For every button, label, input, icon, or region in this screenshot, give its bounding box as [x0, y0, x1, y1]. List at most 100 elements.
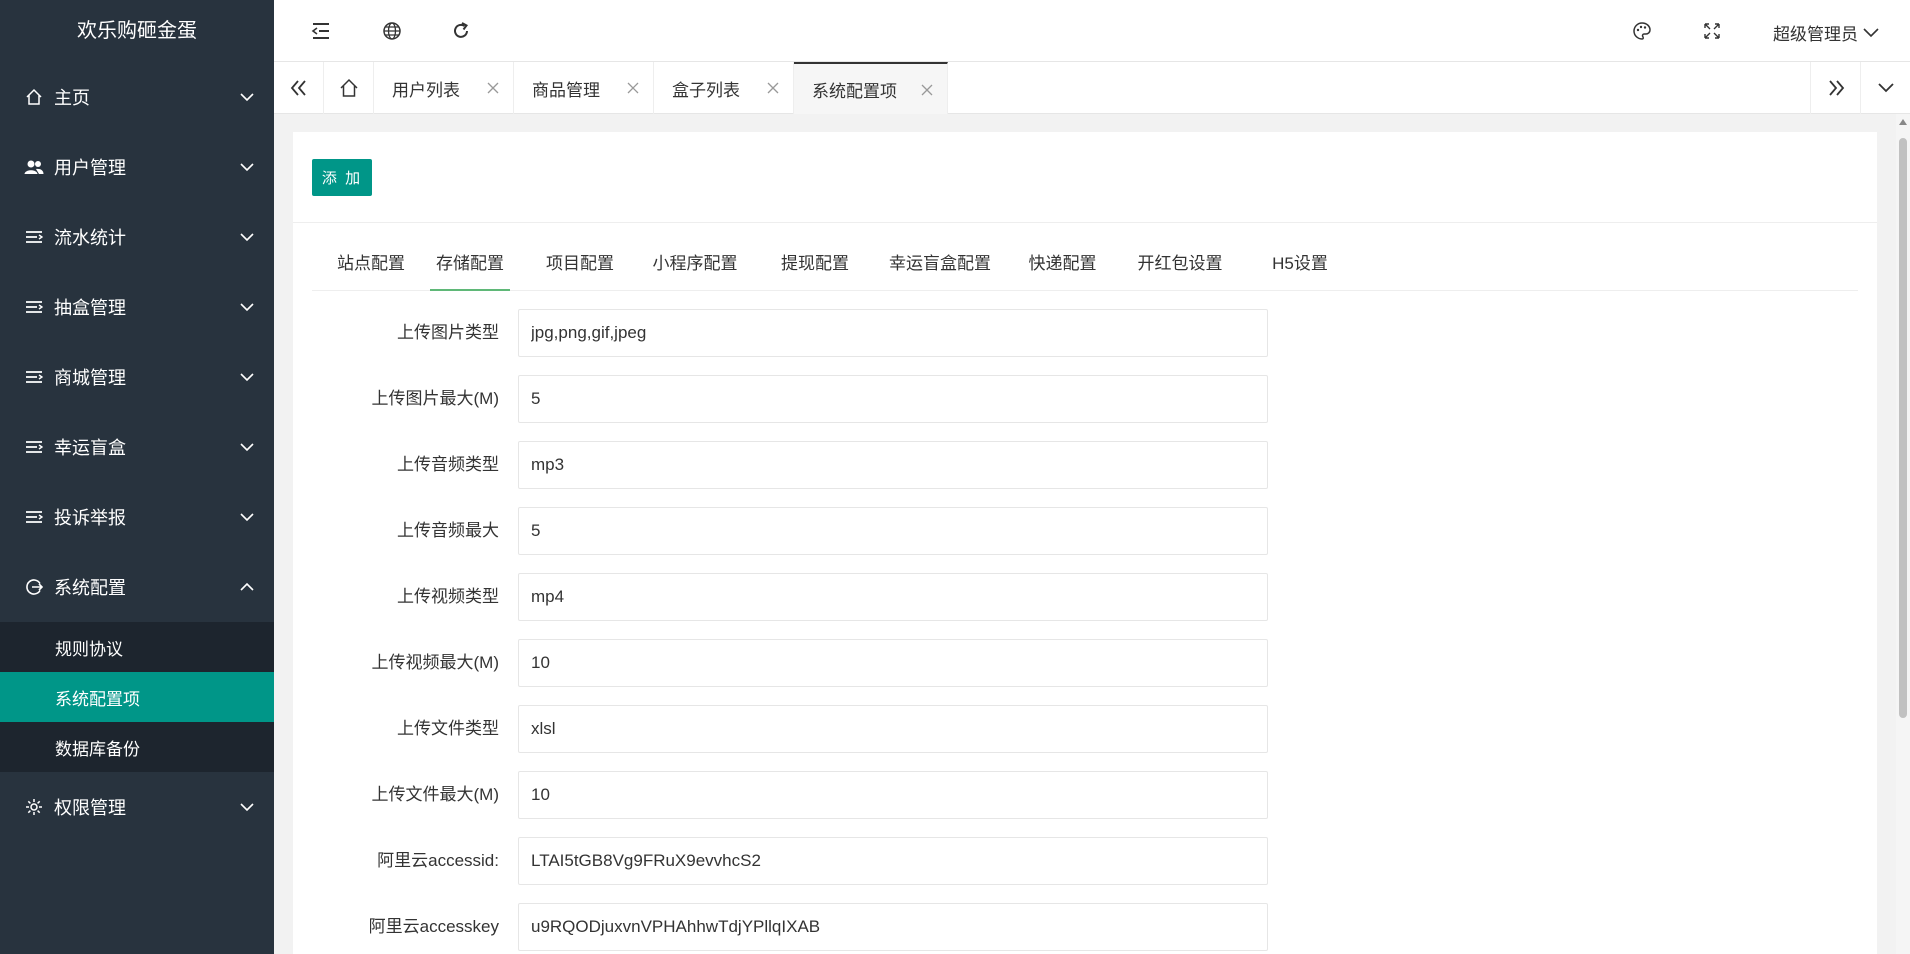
config-tab-lucky-box[interactable]: 幸运盲盒配置 — [870, 239, 1010, 291]
close-icon[interactable] — [627, 82, 639, 94]
config-tab-withdraw[interactable]: 提现配置 — [760, 239, 870, 291]
field-label: 上传视频类型 — [397, 587, 499, 606]
sidebar-item-users[interactable]: 用户管理 — [0, 132, 274, 202]
tab-label: 系统配置项 — [812, 81, 897, 101]
close-icon[interactable] — [487, 82, 499, 94]
page-tabs-bar: 用户列表 商品管理 盒子列表 系统配置项 — [274, 62, 1910, 114]
globe-icon[interactable] — [382, 21, 402, 41]
submenu-item-system-config-items[interactable]: 系统配置项 — [0, 672, 274, 722]
form-row: 上传视频最大(M) — [293, 639, 1593, 687]
form-row: 上传文件最大(M) — [293, 771, 1593, 819]
list-icon — [24, 367, 44, 387]
gear-icon — [24, 797, 44, 817]
sidebar-item-home[interactable]: 主页 — [0, 62, 274, 132]
sidebar-item-label: 流水统计 — [54, 228, 126, 248]
sidebar-item-label: 系统配置 — [54, 578, 126, 598]
theme-palette-icon[interactable] — [1632, 21, 1652, 41]
close-icon[interactable] — [921, 84, 933, 96]
app-logo-title: 欢乐购砸金蛋 — [77, 20, 197, 42]
admin-name: 超级管理员 — [1773, 25, 1858, 44]
field-label: 上传图片最大(M) — [371, 389, 499, 408]
tabs-scroll-left-button[interactable] — [274, 62, 324, 114]
chevron-down-icon — [240, 303, 254, 312]
sidebar-item-lucky-box[interactable]: 幸运盲盒 — [0, 412, 274, 482]
add-button[interactable]: 添 加 — [312, 159, 372, 196]
top-header: 超级管理员 — [274, 0, 1910, 62]
form-row: 阿里云accessid: — [293, 837, 1593, 885]
upload-audio-max-input[interactable] — [518, 507, 1268, 555]
chevron-down-icon — [240, 373, 254, 382]
double-chevron-right-icon — [1828, 80, 1844, 96]
system-icon — [24, 577, 44, 597]
home-icon — [339, 78, 358, 97]
sidebar-item-label: 权限管理 — [54, 798, 126, 818]
form-row: 阿里云accesskey — [293, 903, 1593, 951]
field-label: 阿里云accessid: — [377, 851, 499, 870]
tab-user-list[interactable]: 用户列表 — [374, 62, 514, 114]
config-tab-site[interactable]: 站点配置 — [312, 239, 430, 291]
refresh-icon[interactable] — [451, 21, 471, 41]
config-tab-red-packet[interactable]: 开红包设置 — [1115, 239, 1245, 291]
aliyun-accesskey-input[interactable] — [518, 903, 1268, 951]
sidebar: 欢乐购砸金蛋 主页 用户管理 流水统计 抽盒管理 商城管理 幸运盲盒 投诉举报 … — [0, 0, 274, 954]
sidebar-item-label: 抽盒管理 — [54, 298, 126, 318]
upload-audio-type-input[interactable] — [518, 441, 1268, 489]
chevron-down-icon — [1863, 27, 1879, 37]
upload-image-max-input[interactable] — [518, 375, 1268, 423]
fullscreen-icon[interactable] — [1702, 21, 1722, 41]
tab-product-management[interactable]: 商品管理 — [514, 62, 654, 114]
tabs-dropdown-button[interactable] — [1860, 62, 1910, 114]
config-content-card: 添 加 站点配置 存储配置 项目配置 小程序配置 提现配置 幸运盲盒配置 快递配… — [293, 132, 1877, 954]
config-tab-h5[interactable]: H5设置 — [1245, 239, 1355, 291]
tabs-scroll-right-button[interactable] — [1810, 62, 1860, 114]
submenu-item-db-backup[interactable]: 数据库备份 — [0, 722, 274, 772]
sidebar-item-label: 主页 — [54, 88, 90, 108]
form-row: 上传音频类型 — [293, 441, 1593, 489]
upload-video-type-input[interactable] — [518, 573, 1268, 621]
field-label: 上传音频类型 — [397, 455, 499, 474]
form-row: 上传音频最大 — [293, 507, 1593, 555]
sidebar-item-flow-stats[interactable]: 流水统计 — [0, 202, 274, 272]
upload-file-max-input[interactable] — [518, 771, 1268, 819]
config-tab-express[interactable]: 快递配置 — [1010, 239, 1115, 291]
close-icon[interactable] — [767, 82, 779, 94]
tab-system-config-items[interactable]: 系统配置项 — [794, 62, 948, 114]
upload-image-type-input[interactable] — [518, 309, 1268, 357]
sidebar-item-complaints[interactable]: 投诉举报 — [0, 482, 274, 552]
tab-home[interactable] — [324, 62, 374, 114]
upload-file-type-input[interactable] — [518, 705, 1268, 753]
config-tab-project[interactable]: 项目配置 — [530, 239, 630, 291]
field-label: 上传图片类型 — [397, 323, 499, 342]
scrollbar-thumb[interactable] — [1899, 138, 1907, 718]
upload-video-max-input[interactable] — [518, 639, 1268, 687]
chevron-down-icon — [240, 513, 254, 522]
list-icon — [24, 437, 44, 457]
double-chevron-left-icon — [290, 80, 306, 96]
list-icon — [24, 227, 44, 247]
field-label: 阿里云accesskey — [368, 917, 499, 936]
chevron-down-icon — [240, 93, 254, 102]
sidebar-item-label: 商城管理 — [54, 368, 126, 388]
scroll-up-arrow-icon[interactable] — [1899, 119, 1907, 125]
chevron-down-icon — [240, 163, 254, 172]
list-icon — [24, 507, 44, 527]
config-tab-storage[interactable]: 存储配置 — [430, 239, 510, 291]
form-row: 上传视频类型 — [293, 573, 1593, 621]
sidebar-item-permissions[interactable]: 权限管理 — [0, 772, 274, 842]
chevron-down-icon — [1877, 83, 1894, 93]
field-label: 上传文件类型 — [397, 719, 499, 738]
aliyun-accessid-input[interactable] — [518, 837, 1268, 885]
sidebar-item-system-config[interactable]: 系统配置 — [0, 552, 274, 622]
submenu-item-rules[interactable]: 规则协议 — [0, 622, 274, 672]
config-tabs: 站点配置 存储配置 项目配置 小程序配置 提现配置 幸运盲盒配置 快递配置 开红… — [312, 239, 1858, 291]
config-tab-miniprogram[interactable]: 小程序配置 — [630, 239, 760, 291]
admin-user-menu[interactable]: 超级管理员 — [1773, 20, 1880, 45]
users-icon — [24, 157, 44, 177]
sidebar-item-box-draw[interactable]: 抽盒管理 — [0, 272, 274, 342]
sidebar-item-mall[interactable]: 商城管理 — [0, 342, 274, 412]
divider — [293, 222, 1877, 223]
sidebar-item-label: 用户管理 — [54, 158, 126, 178]
tab-label: 商品管理 — [532, 80, 600, 100]
tab-box-list[interactable]: 盒子列表 — [654, 62, 794, 114]
menu-collapse-icon[interactable] — [311, 21, 331, 41]
